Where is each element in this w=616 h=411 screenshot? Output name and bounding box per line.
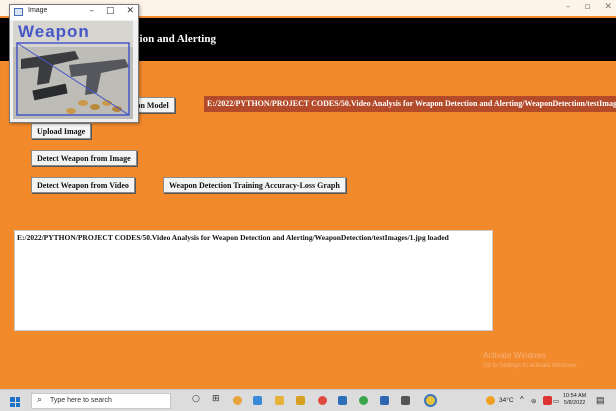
network-icon[interactable]: ⊜	[531, 397, 536, 405]
clock-date: 5/8/2022	[563, 400, 586, 406]
windows-start-icon[interactable]	[10, 397, 20, 407]
word-icon[interactable]	[380, 396, 389, 405]
watermark-line-1: Activate Windows	[483, 351, 547, 360]
search-icon: ⌕	[37, 395, 43, 405]
model-path-label: E:/2022/PYTHON/PROJECT CODES/50.Video An…	[204, 96, 616, 112]
python-icon[interactable]	[426, 396, 435, 405]
upload-image-button[interactable]: Upload Image	[31, 123, 92, 139]
search-placeholder: Type here to search	[50, 397, 112, 404]
app-title: ction and Alerting	[131, 33, 216, 45]
output-text-area[interactable]: E:/2022/PYTHON/PROJECT CODES/50.Video An…	[14, 230, 493, 331]
vscode-icon[interactable]	[338, 396, 347, 405]
whatsapp-icon[interactable]	[359, 396, 368, 405]
maximize-button[interactable]: ▫	[584, 2, 590, 12]
edge-icon[interactable]	[233, 396, 242, 405]
temperature-readout: 34°C	[499, 397, 514, 404]
chrome-icon[interactable]	[318, 396, 327, 405]
output-text: E:/2022/PYTHON/PROJECT CODES/50.Video An…	[17, 233, 449, 242]
weather-icon	[486, 396, 495, 405]
widgets-icon[interactable]: ⊞	[212, 394, 220, 404]
weapon-detection-label: Weapon	[18, 22, 90, 41]
store-icon[interactable]	[275, 396, 284, 405]
task-view-icon[interactable]: ○	[192, 394, 200, 404]
file-explorer-icon[interactable]	[253, 396, 262, 405]
image-app-icon	[14, 8, 23, 16]
antivirus-icon[interactable]	[543, 396, 552, 405]
watermark-line-2: Go to Settings to activate Windows.	[483, 363, 578, 369]
clock-time: 10:54 AM	[563, 393, 587, 399]
image-maximize-button[interactable]: □	[106, 6, 115, 16]
taskbar-search[interactable]: ⌕ Type here to search	[31, 393, 171, 409]
activate-windows-watermark: Activate Windows Go to Settings to activ…	[483, 351, 578, 371]
detect-weapon-video-button[interactable]: Detect Weapon from Video	[31, 177, 135, 193]
mail-icon[interactable]	[296, 396, 305, 405]
main-window-controls: – ▫ ✕	[566, 2, 612, 12]
image-close-button[interactable]: ✕	[126, 6, 134, 16]
taskbar-clock[interactable]: 10:54 AM 5/8/2022	[563, 393, 586, 407]
image-window-controls: – □ ✕	[89, 6, 134, 16]
image-minimize-button[interactable]: –	[89, 6, 94, 16]
battery-icon[interactable]: ▭	[553, 397, 559, 405]
terminal-icon[interactable]	[401, 396, 410, 405]
taskbar: ⌕ Type here to search ○ ⊞ 34°C ^ ⊜ ▭ 10:…	[0, 389, 616, 411]
notification-icon[interactable]: ▤	[596, 395, 605, 406]
detect-weapon-image-button[interactable]: Detect Weapon from Image	[31, 150, 137, 166]
weapon-image: Weapon	[13, 21, 133, 119]
image-window-title: Image	[28, 7, 48, 14]
image-window[interactable]: Image – □ ✕ Weapon	[9, 4, 139, 123]
image-window-titlebar[interactable]: Image – □ ✕	[10, 5, 138, 20]
accuracy-loss-graph-button[interactable]: Weapon Detection Training Accuracy-Loss …	[163, 177, 346, 193]
tray-chevron-icon[interactable]: ^	[520, 395, 524, 404]
minimize-button[interactable]: –	[566, 2, 571, 12]
close-button[interactable]: ✕	[604, 2, 612, 12]
